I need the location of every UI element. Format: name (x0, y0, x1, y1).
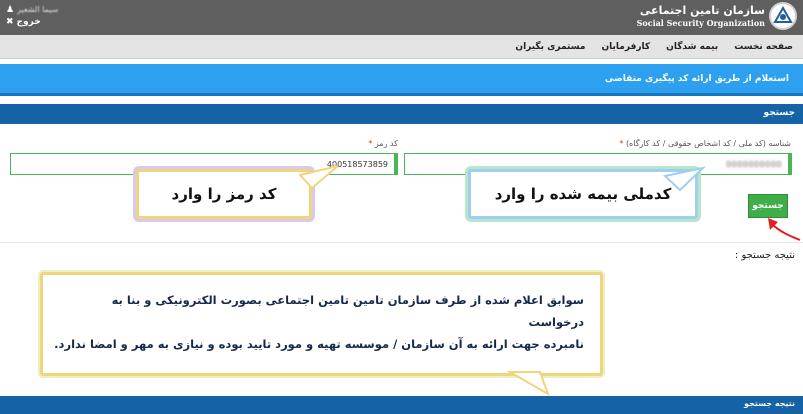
note-callout-pointer (506, 371, 550, 397)
password-callout-pointer (298, 165, 339, 190)
red-arrow-icon (768, 218, 801, 241)
annotation-overlay (298, 165, 801, 397)
code-callout-pointer (662, 166, 707, 192)
